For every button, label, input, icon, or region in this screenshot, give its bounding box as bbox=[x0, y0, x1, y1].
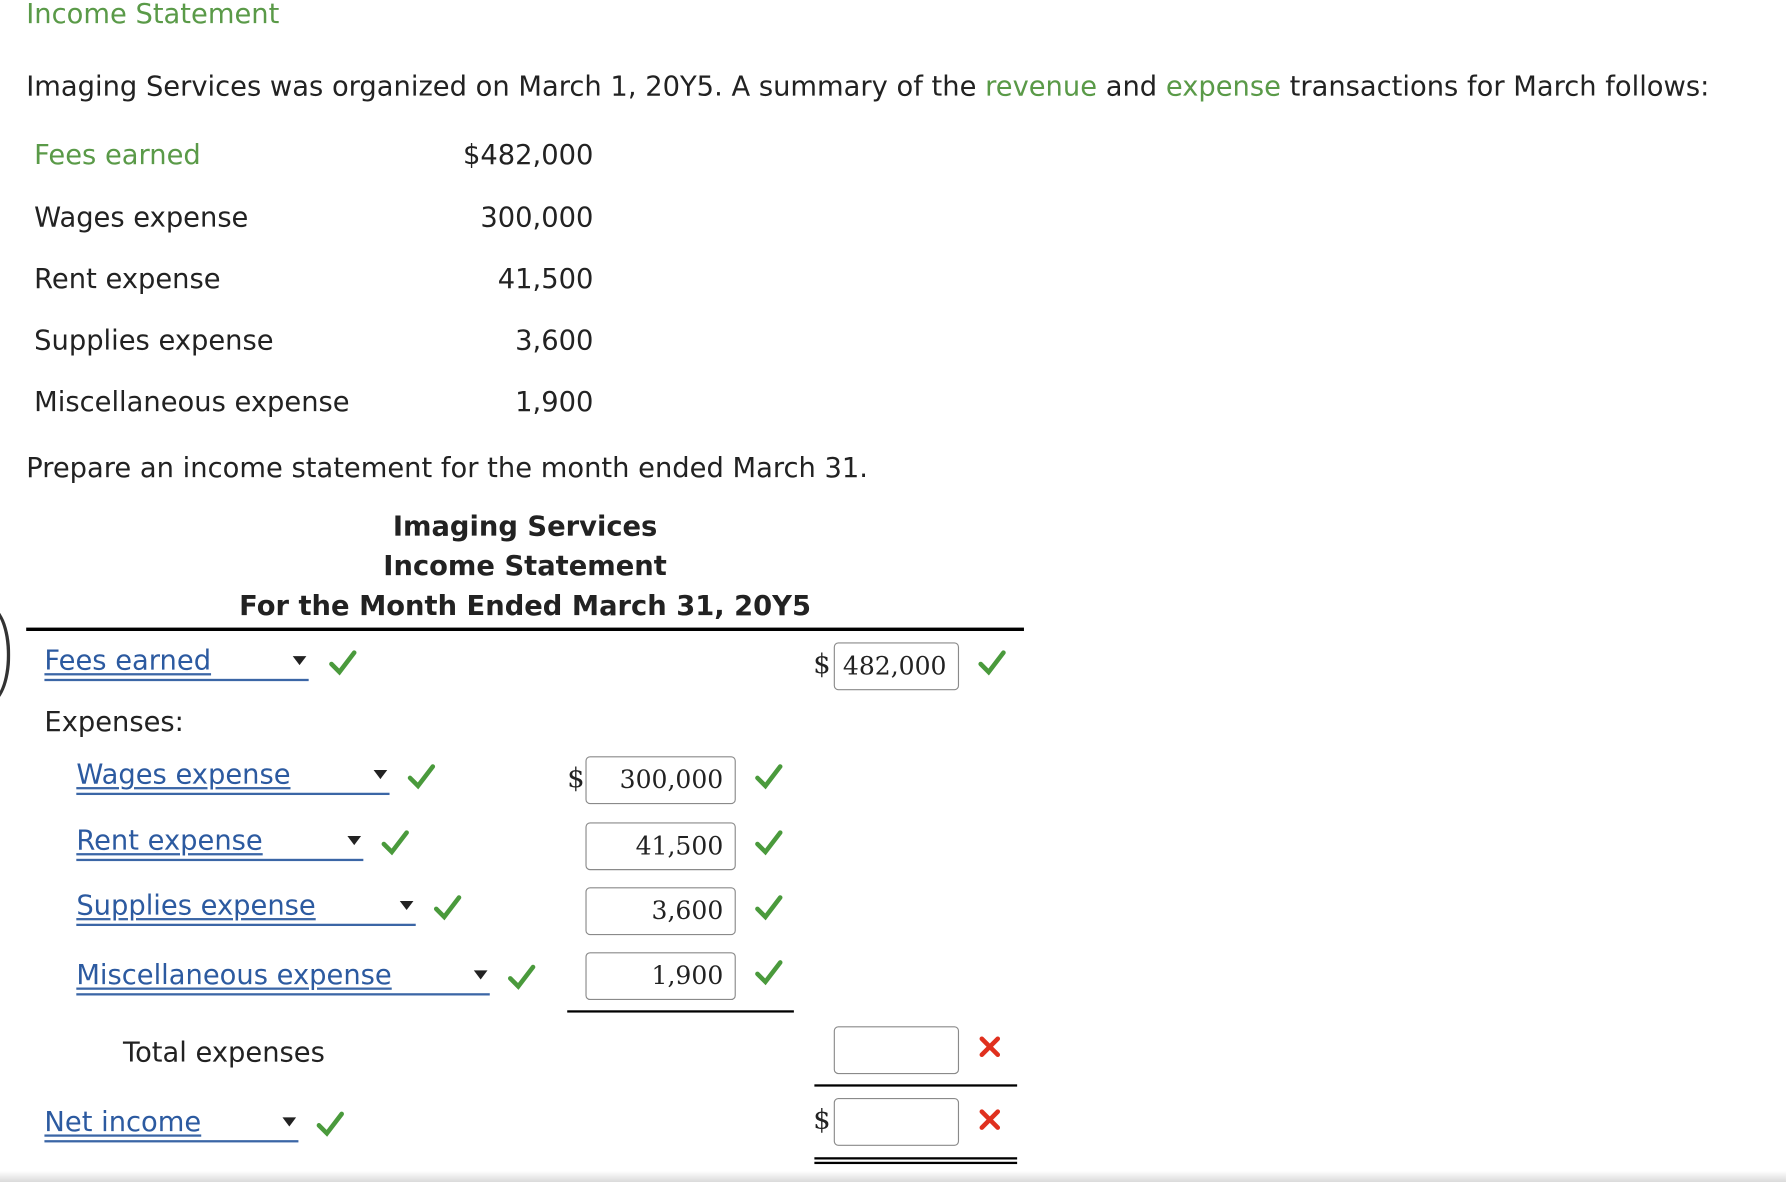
double-rule-bottom bbox=[814, 1161, 1018, 1165]
given-label-supplies: Supplies expense bbox=[34, 324, 274, 357]
statement-name: Income Statement bbox=[383, 550, 667, 583]
check-icon bbox=[755, 830, 783, 856]
check-icon bbox=[407, 764, 436, 790]
check-icon bbox=[433, 895, 462, 921]
chevron-down-icon bbox=[373, 769, 388, 780]
given-label-rent: Rent expense bbox=[34, 263, 221, 296]
rent-amount-input[interactable]: 41,500 bbox=[585, 822, 736, 871]
statement-company: Imaging Services bbox=[392, 510, 658, 543]
total-expenses-label: Total expenses bbox=[123, 1036, 325, 1069]
check-icon bbox=[755, 960, 783, 986]
check-icon bbox=[381, 830, 409, 856]
given-amount-rent: 41,500 bbox=[497, 263, 594, 296]
revenue-dollar-sign: $ bbox=[813, 648, 831, 680]
instruction-text: Prepare an income statement for the mont… bbox=[26, 452, 869, 485]
chevron-down-icon bbox=[347, 836, 362, 846]
revenue-select[interactable]: Fees earned bbox=[44, 645, 309, 682]
x-mark-icon bbox=[979, 1036, 1001, 1057]
given-amount-fees-earned: $482,000 bbox=[462, 138, 594, 171]
given-label-fees-earned[interactable]: Fees earned bbox=[34, 139, 201, 171]
chevron-down-icon bbox=[292, 656, 307, 666]
given-label-misc: Miscellaneous expense bbox=[34, 386, 350, 419]
given-amount-supplies: 3,600 bbox=[515, 324, 594, 357]
supplies-amount-input[interactable]: 3,600 bbox=[585, 887, 736, 936]
expense-select-rent[interactable]: Rent expense bbox=[76, 825, 364, 862]
net-dollar-sign: $ bbox=[813, 1103, 831, 1136]
check-icon bbox=[316, 1111, 344, 1137]
total-expenses-input[interactable] bbox=[833, 1026, 960, 1075]
statement-period: For the Month Ended March 31, 20Y5 bbox=[239, 590, 812, 622]
double-rule-top bbox=[814, 1157, 1018, 1160]
expenses-label: Expenses: bbox=[44, 706, 184, 739]
subtotal-rule bbox=[567, 1010, 794, 1013]
check-icon bbox=[755, 764, 783, 790]
check-icon bbox=[507, 964, 536, 990]
wages-amount-input[interactable]: 300,000 bbox=[585, 756, 736, 805]
page-title: Income Statement bbox=[26, 0, 280, 30]
focus-ring bbox=[0, 605, 11, 704]
chevron-down-icon bbox=[282, 1117, 297, 1127]
chevron-down-icon bbox=[473, 970, 488, 980]
total-rule bbox=[814, 1084, 1018, 1087]
expense-link[interactable]: expense bbox=[1166, 71, 1281, 103]
expense-select-wages[interactable]: Wages expense bbox=[76, 759, 390, 796]
check-icon bbox=[329, 650, 357, 676]
x-mark-icon bbox=[979, 1109, 1001, 1130]
expense-select-misc[interactable]: Miscellaneous expense bbox=[76, 959, 490, 996]
expense-select-supplies[interactable]: Supplies expense bbox=[76, 890, 416, 927]
net-income-select[interactable]: Net income bbox=[44, 1106, 299, 1143]
chevron-down-icon bbox=[399, 900, 414, 911]
given-label-wages: Wages expense bbox=[34, 201, 249, 234]
check-icon bbox=[755, 895, 783, 921]
revenue-amount-input[interactable]: 482,000 bbox=[833, 642, 960, 691]
given-amount-wages: 300,000 bbox=[480, 201, 594, 234]
check-icon bbox=[978, 650, 1006, 676]
revenue-link[interactable]: revenue bbox=[985, 71, 1097, 103]
intro-text: Imaging Services was organized on March … bbox=[26, 70, 1710, 103]
header-rule bbox=[26, 627, 1024, 632]
given-amount-misc: 1,900 bbox=[515, 386, 594, 419]
misc-amount-input[interactable]: 1,900 bbox=[585, 952, 736, 1001]
net-income-input[interactable] bbox=[833, 1097, 960, 1146]
wages-dollar-sign: $ bbox=[567, 761, 585, 794]
scroll-edge-shadow bbox=[0, 1170, 1786, 1182]
